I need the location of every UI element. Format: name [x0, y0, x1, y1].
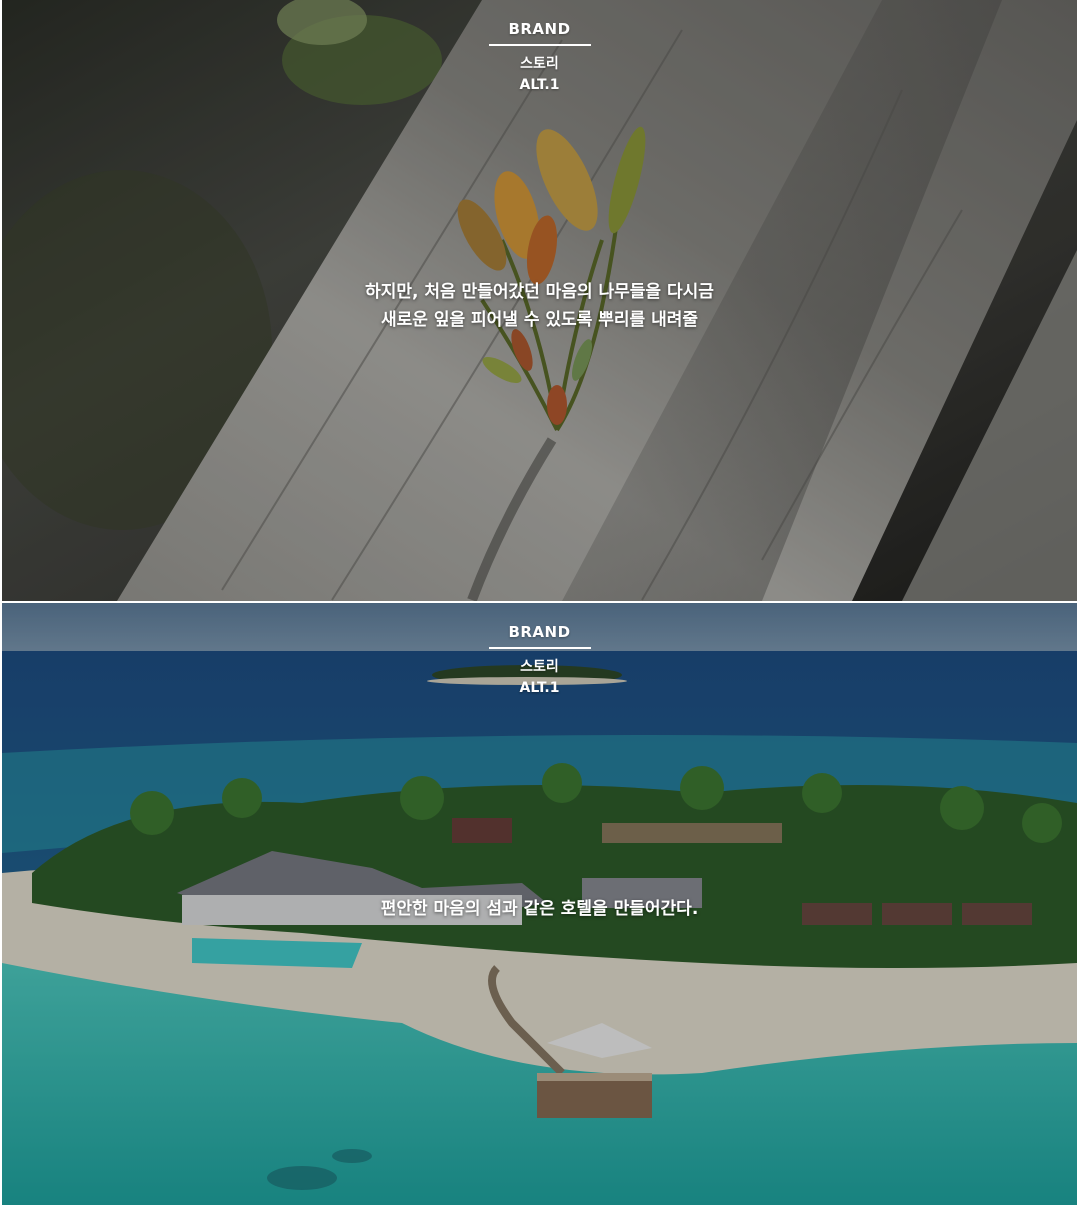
- brand-header: BRAND 스토리 ALT.1: [2, 623, 1077, 699]
- brand-label: BRAND: [508, 20, 571, 38]
- brand-story-section-1: BRAND 스토리 ALT.1 하지만, 처음 만들어갔던 마음의 나무들을 다…: [2, 0, 1077, 601]
- brand-underline: [488, 647, 591, 649]
- story-label: 스토리: [520, 659, 559, 675]
- brand-label: BRAND: [508, 623, 571, 641]
- headline-line-1: 하지만, 처음 만들어갔던 마음의 나무들을 다시금: [365, 282, 714, 302]
- alt-label: ALT.1: [519, 77, 560, 93]
- story-label: 스토리: [520, 56, 559, 72]
- brand-story-section-2: BRAND 스토리 ALT.1 편안한 마음의 섬과 같은 호텔을 만들어간다.: [2, 603, 1077, 1205]
- page: BRAND 스토리 ALT.1 하지만, 처음 만들어갔던 마음의 나무들을 다…: [0, 0, 1077, 1205]
- section-headline: 하지만, 처음 만들어갔던 마음의 나무들을 다시금 새로운 잎을 피어낼 수 …: [2, 278, 1077, 334]
- headline-line-1: 편안한 마음의 섬과 같은 호텔을 만들어간다.: [380, 899, 699, 919]
- section-headline: 편안한 마음의 섬과 같은 호텔을 만들어간다.: [2, 895, 1077, 923]
- alt-label: ALT.1: [519, 680, 560, 696]
- brand-underline: [488, 44, 591, 46]
- headline-line-2: 새로운 잎을 피어낼 수 있도록 뿌리를 내려줄: [380, 310, 699, 330]
- brand-header: BRAND 스토리 ALT.1: [2, 20, 1077, 96]
